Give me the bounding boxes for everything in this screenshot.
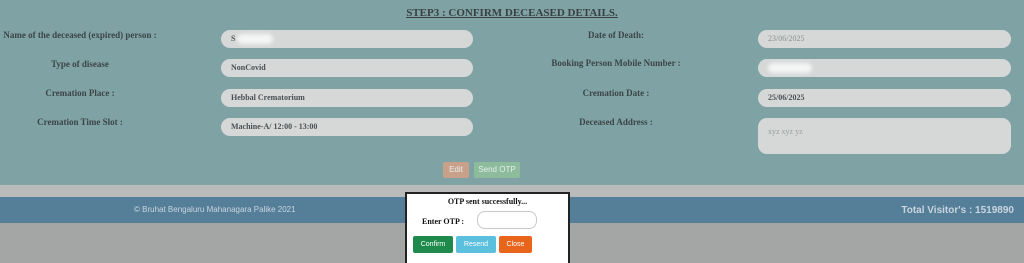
otp-sent-message: OTP sent successfully... bbox=[447, 197, 528, 206]
edit-button[interactable]: Edit bbox=[443, 162, 469, 178]
slot-label: Cremation Time Slot : bbox=[37, 117, 123, 127]
cremation-date-field[interactable]: 25/06/2025 bbox=[758, 89, 1011, 107]
otp-input[interactable] bbox=[477, 211, 537, 229]
disease-field[interactable]: NonCovid bbox=[221, 59, 473, 77]
death-date-field[interactable]: 23/06/2025 bbox=[758, 30, 1011, 48]
name-value: S bbox=[231, 34, 236, 43]
place-label: Cremation Place : bbox=[45, 88, 115, 98]
confirm-button[interactable]: Confirm bbox=[413, 236, 453, 253]
slot-field[interactable]: Machine-A/ 12:00 - 13:00 bbox=[221, 118, 473, 136]
resend-button[interactable]: Resend bbox=[456, 236, 496, 253]
copyright-text: © Bruhat Bengaluru Mahanagara Palike 202… bbox=[134, 205, 296, 214]
disease-label: Type of disease bbox=[51, 59, 109, 69]
visitor-count: Total Visitor's : 1519890 bbox=[901, 205, 1014, 216]
close-button[interactable]: Close bbox=[499, 236, 532, 253]
name-field[interactable]: S bbox=[221, 30, 473, 48]
death-date-label: Date of Death: bbox=[588, 30, 644, 40]
deceased-details-panel: STEP3 : CONFIRM DECEASED DETAILS. Name o… bbox=[0, 0, 1024, 185]
address-label: Deceased Address : bbox=[579, 117, 653, 127]
mobile-label: Booking Person Mobile Number : bbox=[551, 58, 681, 68]
place-field[interactable]: Hebbal Crematorium bbox=[221, 89, 473, 107]
address-field[interactable]: xyz xyz yz bbox=[758, 118, 1011, 154]
name-label: Name of the deceased (expired) person : bbox=[3, 30, 157, 40]
mobile-field[interactable] bbox=[758, 59, 1011, 77]
step-title: STEP3 : CONFIRM DECEASED DETAILS. bbox=[406, 7, 618, 19]
send-otp-button[interactable]: Send OTP bbox=[474, 162, 520, 178]
otp-label: Enter OTP : bbox=[422, 217, 465, 226]
name-redaction bbox=[237, 34, 274, 45]
otp-modal: OTP sent successfully... Enter OTP : Con… bbox=[405, 192, 570, 263]
cremation-date-label: Cremation Date : bbox=[582, 88, 650, 98]
mobile-redaction bbox=[768, 63, 812, 74]
